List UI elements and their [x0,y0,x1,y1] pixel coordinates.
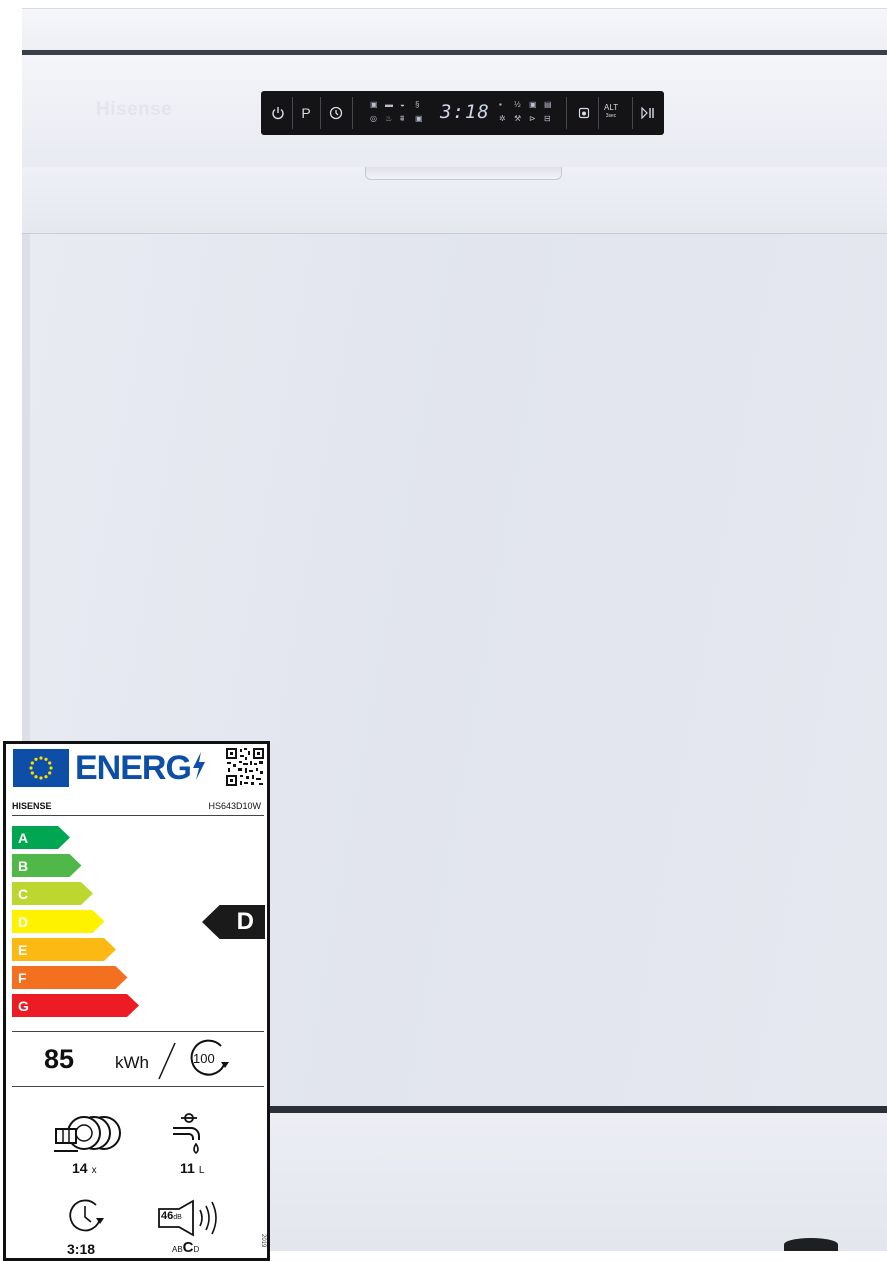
delay-timer-icon[interactable] [325,99,347,127]
function-button-icon[interactable] [573,99,595,127]
display-divider [598,97,599,129]
status-icon-salt: ▪ [499,100,502,109]
program-icon-eco: ▬ [385,100,393,109]
energy-consumption-unit: kWh [115,1053,149,1072]
place-settings-value: 14 [72,1160,88,1176]
model-identifier: HS643D10W [208,801,261,811]
program-button[interactable]: P [295,99,317,127]
display-divider [352,97,353,129]
program-icon-auto: ◎ [370,114,377,123]
status-icon-wifi: ⊳ [529,114,536,123]
time-display: 3:18 [440,101,490,123]
energy-title-text: ENERG [75,749,192,787]
top-frame [22,8,887,55]
program-duration: 3:18 [67,1241,96,1257]
display-divider [292,97,293,129]
label-divider [12,1086,264,1087]
status-icon-dry: ▣ [529,100,537,109]
place-settings-stat: 14 x [72,1160,97,1176]
start-pause-icon[interactable] [637,99,659,127]
water-consumption-value: 11 [180,1160,195,1176]
divider-slash [158,1042,176,1080]
power-icon[interactable] [267,99,289,127]
lightning-icon [192,752,205,780]
status-icon-half-load: ½ [514,100,521,109]
label-divider [12,815,264,816]
status-icon-rinse-aid: ✲ [499,114,506,123]
water-consumption-unit: L [198,1165,205,1176]
eu-flag-icon [13,749,69,787]
noise-class-active: C [182,1239,194,1256]
energy-label-title: ENERG [75,747,207,789]
water-consumption-stat: 11 L [180,1160,204,1176]
program-icon-quick: § [415,100,420,109]
program-icon-intensive: ▣ [370,100,378,109]
alt-button-label: ALT [604,103,619,112]
label-divider [12,1031,264,1032]
noise-level-value: 46 [161,1210,174,1222]
energy-scale-bar-b: B [12,854,82,877]
energy-class-rating: D [202,905,265,939]
noise-level: 46dB [161,1210,182,1222]
energy-scale-bar-f: F [12,966,128,989]
noise-class-lower: AB [172,1245,183,1254]
program-icon-glass: ◒ [400,100,405,109]
alt-button[interactable]: ALT 3sec [604,104,618,120]
energy-scale-bar-e: E [12,938,116,961]
place-settings-icon [54,1116,121,1152]
display-divider [632,97,633,129]
energy-consumption-value: 85 [44,1044,75,1074]
display-divider [566,97,567,129]
cycles-count: 100 [193,1051,215,1066]
status-icon-lock: ▤ [544,100,552,109]
energy-scale-bar-a: A [12,826,70,849]
energy-scale-bar-g: G [12,994,139,1017]
place-settings-unit: x [91,1165,97,1176]
program-icon-cleaning: ⩩ [400,114,405,123]
qr-code-icon [226,748,264,786]
display-divider [320,97,321,129]
noise-class: ABCD [172,1239,199,1256]
alt-button-sub: 3sec [605,113,617,119]
duration-clock-icon [69,1199,104,1232]
energy-label: ENERG HISENSE HS643D10W ABCDEFG D 85 kWh [3,741,270,1261]
appliance-foot [784,1238,838,1251]
water-tap-icon [173,1113,200,1155]
energy-scale-bar-c: C [12,882,93,905]
energy-scale-bar-d: D [12,910,105,933]
supplier-name: HISENSE [12,801,52,811]
display-panel: P ▣ ▬ ◒ § ◎ ♨ ⩩ ▣ 3:18 ▪ ½ ▣ ▤ ✲ ⚒ ⊳ ⊟ A… [261,91,664,135]
noise-class-upper: D [193,1245,200,1254]
status-icon-tray: ⊟ [544,114,551,123]
door-handle[interactable] [365,167,562,180]
regulation-year: 2019 [260,1234,266,1248]
brand-logo: Hisense [96,99,173,120]
program-icon-clean: ▣ [415,114,423,123]
noise-level-unit: dB [173,1214,182,1221]
program-icon-rinse: ♨ [385,114,393,123]
status-icon-tools: ⚒ [514,114,522,123]
